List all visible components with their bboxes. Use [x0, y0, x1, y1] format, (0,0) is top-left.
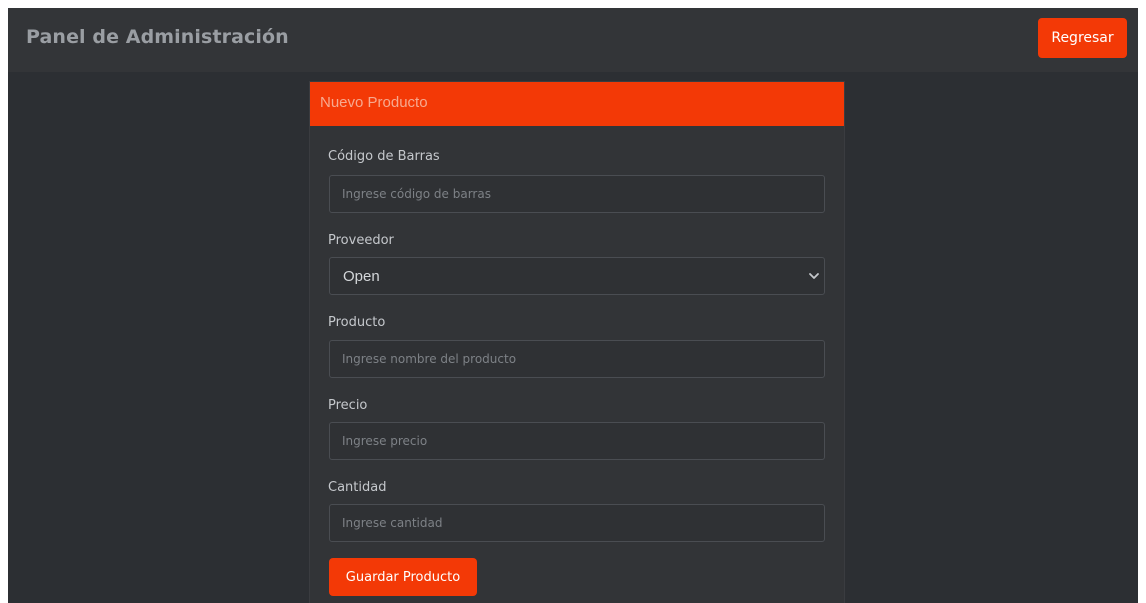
card-header: Nuevo Producto [310, 82, 844, 126]
save-product-button[interactable]: Guardar Producto [329, 558, 477, 596]
price-input[interactable] [329, 422, 825, 460]
product-name-input[interactable] [329, 340, 825, 378]
quantity-input[interactable] [329, 504, 825, 542]
navbar-brand: Panel de Administración [26, 26, 289, 48]
price-label: Precio [328, 398, 368, 413]
card-title: Nuevo Producto [320, 94, 428, 111]
supplier-label: Proveedor [328, 233, 394, 248]
product-label: Producto [328, 315, 386, 330]
new-product-card: Nuevo Producto Código de Barras Proveedo… [309, 81, 845, 603]
supplier-selected-value: Open [343, 268, 380, 285]
chevron-down-icon [809, 273, 819, 279]
app-container: Panel de Administración Regresar Nuevo P… [8, 8, 1138, 603]
supplier-select[interactable]: Open [329, 257, 825, 295]
barcode-label: Código de Barras [328, 149, 440, 164]
back-button[interactable]: Regresar [1038, 18, 1127, 58]
navbar: Panel de Administración Regresar [8, 8, 1138, 72]
quantity-label: Cantidad [328, 480, 387, 495]
barcode-input[interactable] [329, 175, 825, 213]
